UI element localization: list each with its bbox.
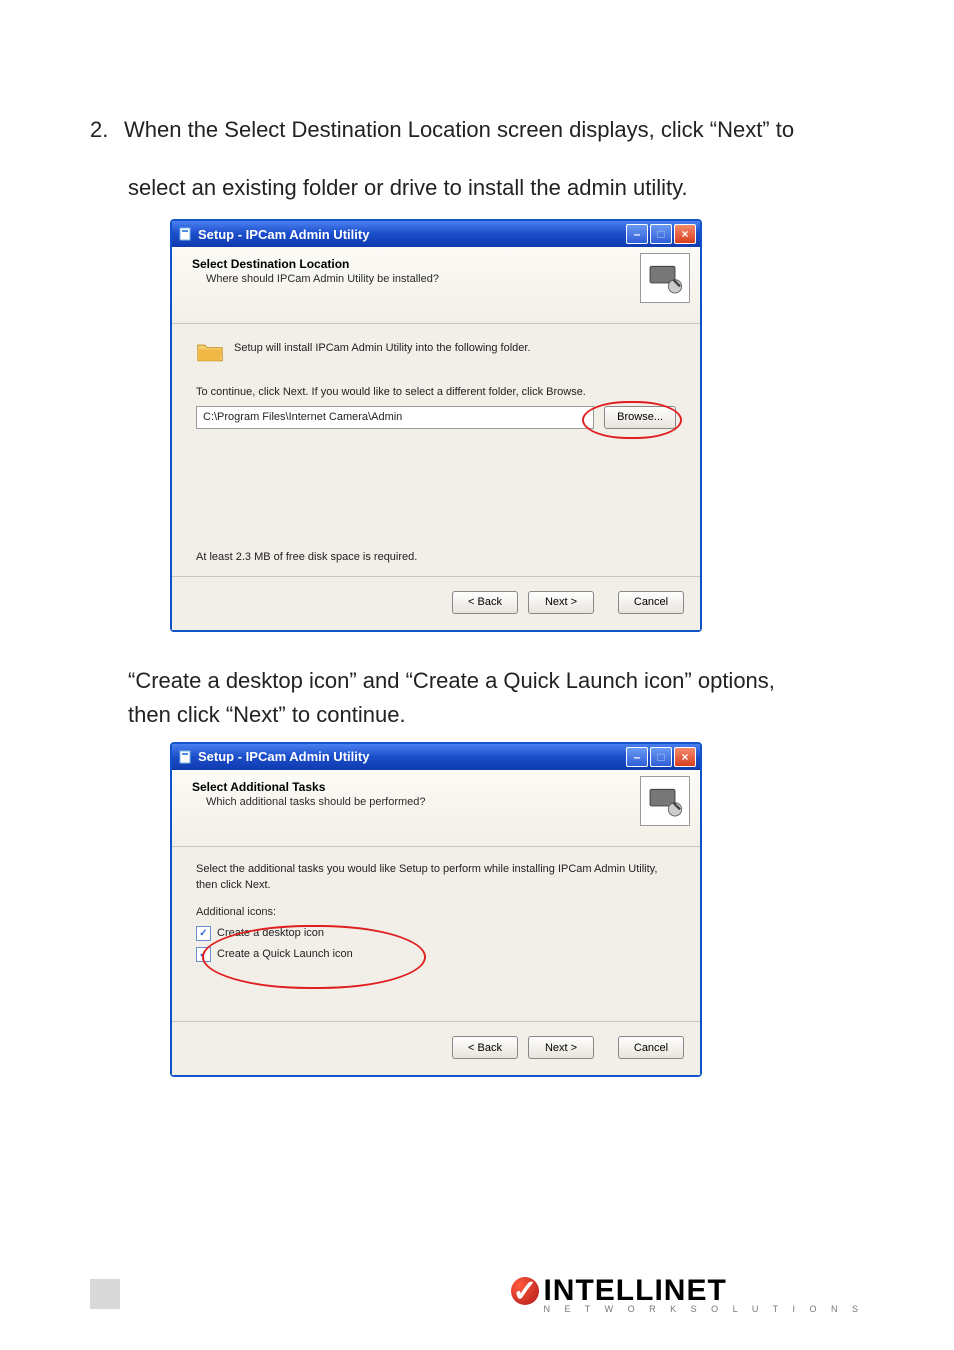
next-button[interactable]: Next > xyxy=(528,1036,594,1059)
window-title: Setup - IPCam Admin Utility xyxy=(198,227,624,242)
browse-button[interactable]: Browse... xyxy=(604,406,676,429)
lead-text: Select the additional tasks you would li… xyxy=(196,861,676,894)
maximize-icon[interactable]: □ xyxy=(650,224,672,244)
next-button[interactable]: Next > xyxy=(528,591,594,614)
step-text-l1: When the Select Destination Location scr… xyxy=(124,117,794,142)
window-title: Setup - IPCam Admin Utility xyxy=(198,749,624,764)
brand-logo: ✓ INTELLINET N E T W O R K S O L U T I O… xyxy=(511,1274,864,1314)
titlebar[interactable]: Setup - IPCam Admin Utility – □ × xyxy=(172,744,700,770)
intro-text: Setup will install IPCam Admin Utility i… xyxy=(234,340,531,357)
step-number: 2. xyxy=(90,110,124,150)
mid-note-l2: then click “Next” to continue. xyxy=(128,698,864,732)
maximize-icon[interactable]: □ xyxy=(650,747,672,767)
page-box xyxy=(90,1279,120,1309)
disk-space-text: At least 2.3 MB of free disk space is re… xyxy=(196,549,676,566)
minimize-icon[interactable]: – xyxy=(626,224,648,244)
checkbox-label: Create a Quick Launch icon xyxy=(217,946,353,963)
close-icon[interactable]: × xyxy=(674,747,696,767)
minimize-icon[interactable]: – xyxy=(626,747,648,767)
mid-note-l1: “Create a desktop icon” and “Create a Qu… xyxy=(128,664,864,698)
setup-icon xyxy=(178,749,194,765)
header-subtitle: Which additional tasks should be perform… xyxy=(206,796,686,808)
header-icon xyxy=(640,253,690,303)
header-title: Select Destination Location xyxy=(192,257,686,271)
brand-sub: N E T W O R K S O L U T I O N S xyxy=(543,1304,864,1314)
cancel-button[interactable]: Cancel xyxy=(618,591,684,614)
close-icon[interactable]: × xyxy=(674,224,696,244)
step-heading: 2.When the Select Destination Location s… xyxy=(90,110,864,150)
header-subtitle: Where should IPCam Admin Utility be inst… xyxy=(206,273,686,285)
cancel-button[interactable]: Cancel xyxy=(618,1036,684,1059)
checkbox-quicklaunch-icon[interactable]: Create a Quick Launch icon xyxy=(196,945,676,964)
step-text-l2: select an existing folder or drive to in… xyxy=(90,168,864,208)
group-label: Additional icons: xyxy=(196,904,676,921)
brand-name: INTELLINET xyxy=(543,1274,726,1308)
checkbox-label: Create a desktop icon xyxy=(217,925,324,942)
check-icon xyxy=(196,947,211,962)
folder-icon xyxy=(196,340,224,370)
header-title: Select Additional Tasks xyxy=(192,780,686,794)
brand-check-icon: ✓ xyxy=(511,1277,539,1305)
check-icon xyxy=(196,926,211,941)
setup-icon xyxy=(178,226,194,242)
checkbox-desktop-icon[interactable]: Create a desktop icon xyxy=(196,924,676,943)
back-button[interactable]: < Back xyxy=(452,591,518,614)
titlebar[interactable]: Setup - IPCam Admin Utility – □ × xyxy=(172,221,700,247)
mid-note: “Create a desktop icon” and “Create a Qu… xyxy=(128,664,864,732)
continue-text: To continue, click Next. If you would li… xyxy=(196,384,676,401)
header-icon xyxy=(640,776,690,826)
wizard-tasks: Setup - IPCam Admin Utility – □ × Select… xyxy=(170,742,702,1078)
install-path-input[interactable]: C:\Program Files\Internet Camera\Admin xyxy=(196,406,594,429)
wizard-destination: Setup - IPCam Admin Utility – □ × Select… xyxy=(170,219,702,632)
back-button[interactable]: < Back xyxy=(452,1036,518,1059)
